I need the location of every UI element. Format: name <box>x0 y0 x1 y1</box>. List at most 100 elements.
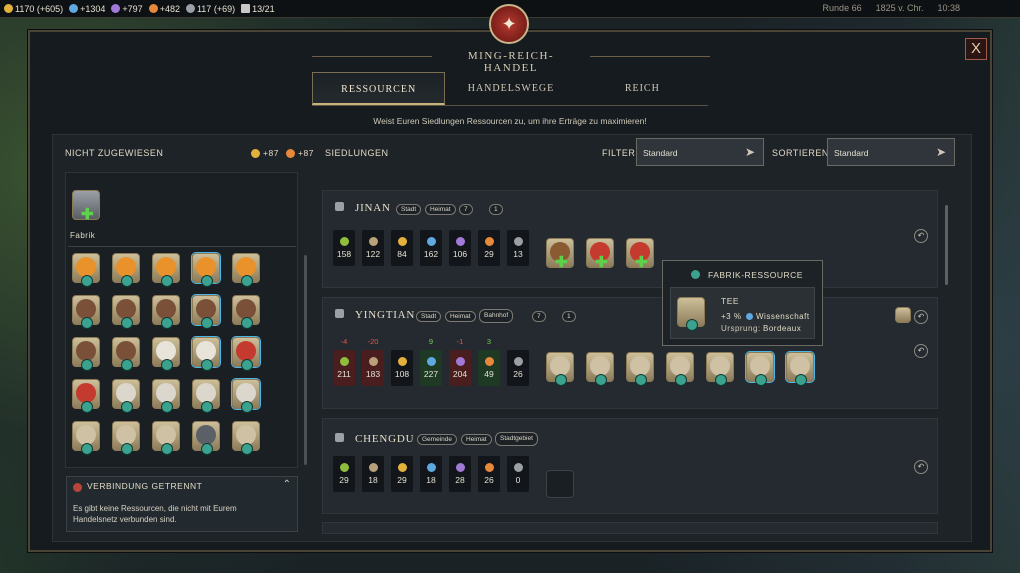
resource-tile[interactable] <box>72 253 100 287</box>
add-icon: ✚ <box>635 254 648 271</box>
filter-dropdown[interactable]: Standard ➤ <box>636 138 764 166</box>
return-button[interactable]: ↶ <box>914 310 928 324</box>
resource-tile[interactable] <box>152 421 180 455</box>
yield-value: 84 <box>397 249 407 259</box>
assigned-resource-slot[interactable] <box>626 352 654 386</box>
yield-value: 29 <box>484 249 494 259</box>
resource-tile[interactable] <box>72 295 100 329</box>
resource-tile[interactable] <box>112 379 140 413</box>
assigned-resource-slot[interactable] <box>706 352 734 386</box>
turn-label: Runde 66 <box>822 3 862 13</box>
factory-label: Fabrik <box>70 231 96 240</box>
production-icon <box>368 237 378 246</box>
resource-tile[interactable] <box>152 337 180 371</box>
tab-empire[interactable]: REICH <box>577 72 708 105</box>
influence-icon <box>513 237 523 246</box>
modal-title: MING-REICH-HANDEL <box>467 50 555 74</box>
resource-tile[interactable] <box>192 295 220 329</box>
gear-icon <box>715 374 727 386</box>
gear-icon <box>201 359 213 371</box>
settlement-icon <box>241 4 251 13</box>
gear-icon <box>755 374 767 386</box>
sort-dropdown[interactable]: Standard ➤ <box>827 138 955 166</box>
resource-icon <box>156 383 176 403</box>
return-button[interactable]: ↶ <box>914 460 928 474</box>
resource-tile[interactable] <box>192 379 220 413</box>
food-icon <box>339 237 349 246</box>
assigned-resource-slot[interactable] <box>746 352 774 386</box>
tab-resources[interactable]: RESSOURCEN <box>312 72 446 105</box>
happiness-value: +482 <box>159 3 180 14</box>
resource-tile[interactable] <box>112 421 140 455</box>
resource-icon <box>116 341 136 361</box>
gold-icon <box>397 357 407 366</box>
gear-icon <box>81 317 93 329</box>
resource-tile[interactable] <box>232 253 260 287</box>
resource-icon <box>670 356 690 376</box>
resource-icon <box>116 383 136 403</box>
resource-tile[interactable] <box>192 253 220 287</box>
assigned-resource-slot[interactable]: ✚ <box>586 238 614 270</box>
resource-tile[interactable] <box>232 295 260 329</box>
gear-icon <box>121 443 133 455</box>
culture-icon <box>455 357 465 366</box>
yield-column: 122 <box>362 230 384 266</box>
tab-trade-routes[interactable]: HANDELSWEGE <box>445 72 576 105</box>
resource-icon <box>156 299 176 319</box>
gear-icon <box>121 401 133 413</box>
close-button[interactable]: X <box>965 38 987 60</box>
resource-tile[interactable] <box>232 337 260 371</box>
resource-tile[interactable] <box>112 337 140 371</box>
yield-column: 29 <box>478 230 500 266</box>
resource-tile[interactable] <box>72 337 100 371</box>
chip-slots: 1 <box>489 204 503 215</box>
resource-icon <box>196 425 216 445</box>
assigned-resource-slot[interactable]: ✚ <box>626 238 654 271</box>
yield-column: 183 <box>362 350 384 386</box>
dropdown-arrow-icon: ➤ <box>935 145 946 159</box>
gear-icon <box>241 275 253 287</box>
factory-slot[interactable]: ✚ <box>72 190 100 222</box>
empty-slot[interactable] <box>546 470 574 498</box>
origin-value: Bordeaux <box>763 324 802 333</box>
yield-column: 106 <box>449 230 471 266</box>
city-card-partial <box>322 522 938 534</box>
resource-icon <box>236 341 256 361</box>
left-scrollbar[interactable] <box>304 255 307 465</box>
resource-tile[interactable] <box>232 421 260 455</box>
city-name: YINGTIAN <box>355 309 416 321</box>
resource-tile[interactable] <box>72 421 100 455</box>
return-button[interactable]: ↶ <box>914 229 928 243</box>
gear-icon <box>675 374 687 386</box>
resource-icon <box>790 356 810 376</box>
yield-delta: 3 <box>486 337 492 346</box>
resource-tile[interactable] <box>192 337 220 371</box>
gear-icon <box>121 275 133 287</box>
city-card-chengdu[interactable]: CHENGDU Gemeinde Heimat Stadtgebiet ↶ <box>322 418 938 514</box>
resource-tile[interactable] <box>72 379 100 413</box>
gear-icon <box>121 359 133 371</box>
resource-tile[interactable] <box>232 379 260 413</box>
gear-icon <box>595 374 607 386</box>
resource-tile[interactable] <box>152 379 180 413</box>
influence-icon <box>513 357 523 366</box>
resource-tile[interactable] <box>112 295 140 329</box>
assigned-resource-slot[interactable]: ✚ <box>546 238 574 270</box>
science-icon <box>746 313 753 320</box>
assigned-resource-slot[interactable] <box>666 352 694 386</box>
return-button[interactable]: ↶ <box>914 344 928 358</box>
yield-value: 108 <box>394 369 410 379</box>
year-label: 1825 v. Chr. <box>875 3 924 13</box>
resource-tile[interactable] <box>152 295 180 329</box>
right-scrollbar[interactable] <box>945 205 948 285</box>
assigned-resource-slot[interactable] <box>586 352 614 386</box>
resource-tile[interactable] <box>152 253 180 287</box>
resource-tile[interactable] <box>112 253 140 287</box>
factory-resource-icon[interactable] <box>895 307 911 323</box>
effect-value: +3 % <box>721 312 742 321</box>
resource-tile[interactable] <box>192 421 220 455</box>
assigned-resource-slot[interactable] <box>786 352 814 386</box>
resource-icon <box>590 356 610 376</box>
collapse-icon[interactable]: ⌃ <box>283 479 291 490</box>
assigned-resource-slot[interactable] <box>546 352 574 386</box>
